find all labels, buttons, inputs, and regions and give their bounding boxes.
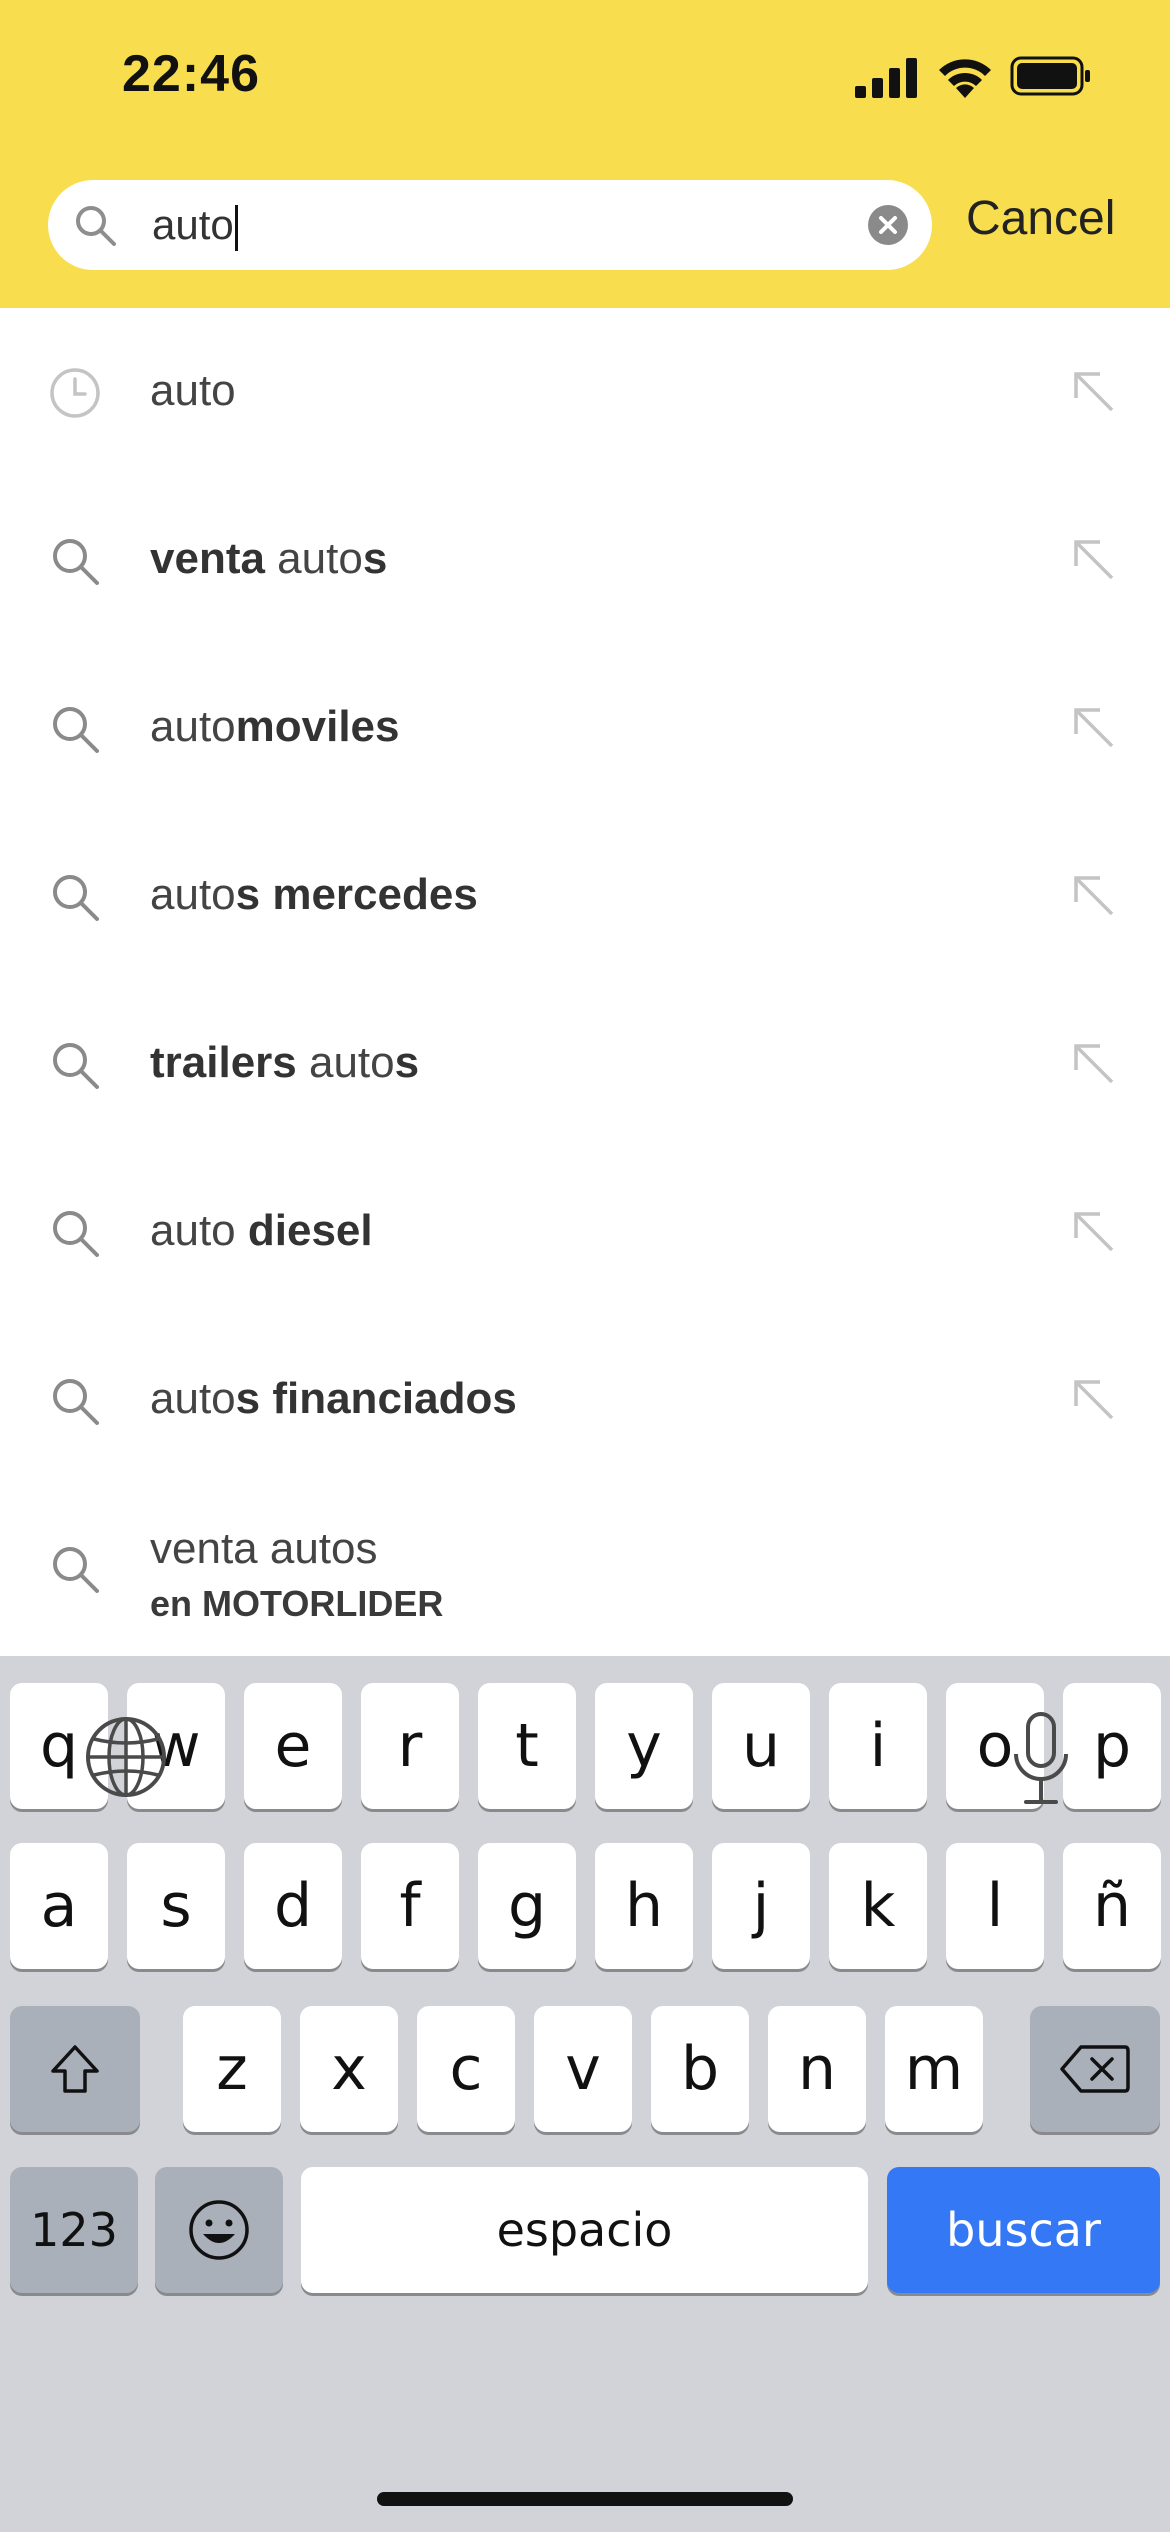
suggestion-text: autos financiados	[150, 1372, 517, 1426]
status-time: 22:46	[122, 45, 260, 103]
suggestion-list: auto venta autos automoviles autos mercedes…	[0, 308, 1170, 1652]
suggestion-completion: s financiados	[235, 1374, 517, 1423]
suggestion-text: automoviles	[150, 700, 400, 754]
search-input-value: auto	[152, 201, 234, 248]
fill-query-arrow-icon[interactable]	[1070, 704, 1118, 752]
search-icon	[76, 206, 116, 246]
suggestion-text: auto	[150, 364, 236, 418]
suggestion-match: auto	[150, 1374, 236, 1423]
suggestion-row[interactable]: automoviles	[0, 644, 1170, 812]
suggestion-row[interactable]: trailers autos	[0, 980, 1170, 1148]
fill-query-arrow-icon[interactable]	[1070, 368, 1118, 416]
on-screen-keyboard: q w e r t y u i o p a s d f g h j k l ñ z x c v b n m 123 espacio bus…	[0, 1656, 1170, 2532]
key-h[interactable]: h	[595, 1843, 693, 1969]
key-m[interactable]: m	[885, 2006, 983, 2132]
key-b[interactable]: b	[651, 2006, 749, 2132]
fill-query-arrow-icon[interactable]	[1070, 1040, 1118, 1088]
key-l[interactable]: l	[946, 1843, 1044, 1969]
suggestion-text: venta autos	[150, 532, 387, 586]
search-header: 22:46 auto Cancel	[0, 0, 1170, 308]
fill-query-arrow-icon[interactable]	[1070, 1208, 1118, 1256]
suggestion-completion: s mercedes	[235, 870, 478, 919]
microphone-icon[interactable]	[1010, 1710, 1072, 1810]
search-icon	[53, 1379, 99, 1425]
suggestion-match: auto	[150, 870, 236, 919]
close-icon	[879, 216, 897, 234]
emoji-key[interactable]	[155, 2167, 283, 2293]
search-icon	[53, 875, 99, 921]
key-s[interactable]: s	[127, 1843, 225, 1969]
key-i[interactable]: i	[829, 1683, 927, 1809]
key-z[interactable]: z	[183, 2006, 281, 2132]
suggestion-row[interactable]: autos financiados	[0, 1316, 1170, 1484]
key-x[interactable]: x	[300, 2006, 398, 2132]
key-u[interactable]: u	[712, 1683, 810, 1809]
key-a[interactable]: a	[10, 1843, 108, 1969]
suggestion-text: auto diesel	[150, 1204, 373, 1258]
wifi-icon	[939, 59, 991, 98]
key-j[interactable]: j	[712, 1843, 810, 1969]
key-g[interactable]: g	[478, 1843, 576, 1969]
search-icon	[53, 1547, 99, 1593]
key-n[interactable]: n	[768, 2006, 866, 2132]
battery-icon	[1010, 56, 1090, 96]
key-k[interactable]: k	[829, 1843, 927, 1969]
search-icon	[53, 707, 99, 753]
suggestion-completion: moviles	[235, 702, 400, 751]
suggestion-row[interactable]: auto	[0, 308, 1170, 476]
suggestion-match: auto	[150, 366, 236, 415]
suggestion-row[interactable]: auto diesel	[0, 1148, 1170, 1316]
key-e[interactable]: e	[244, 1683, 342, 1809]
backspace-icon	[1060, 2045, 1130, 2093]
key-ñ[interactable]: ñ	[1063, 1843, 1161, 1969]
globe-icon[interactable]	[84, 1715, 168, 1799]
suggestion-text: autos mercedes	[150, 868, 478, 922]
suggestion-completion: diesel	[247, 1206, 373, 1255]
suggestion-match: auto	[150, 1206, 248, 1255]
cellular-signal-icon	[855, 58, 917, 98]
search-field[interactable]: auto	[48, 180, 932, 270]
home-indicator	[377, 2492, 793, 2506]
category-suggestion-row[interactable]: venta autos en MOTORLIDER	[0, 1484, 1170, 1652]
suggestion-text: trailers autos	[150, 1036, 419, 1090]
suggestion-match: auto	[296, 1038, 395, 1087]
key-y[interactable]: y	[595, 1683, 693, 1809]
suggestion-completion: venta	[150, 534, 265, 583]
backspace-key[interactable]	[1030, 2006, 1160, 2132]
suggestion-row[interactable]: venta autos	[0, 476, 1170, 644]
category-suggestion-label: en MOTORLIDER	[150, 1583, 444, 1624]
key-t[interactable]: t	[478, 1683, 576, 1809]
shift-key[interactable]	[10, 2006, 140, 2132]
search-icon	[53, 539, 99, 585]
suggestion-completion: trailers	[150, 1038, 297, 1087]
search-input[interactable]: auto	[152, 200, 238, 251]
fill-query-arrow-icon[interactable]	[1070, 536, 1118, 584]
space-key[interactable]: espacio	[301, 2167, 868, 2293]
key-r[interactable]: r	[361, 1683, 459, 1809]
key-v[interactable]: v	[534, 2006, 632, 2132]
fill-query-arrow-icon[interactable]	[1070, 872, 1118, 920]
text-caret	[234, 204, 238, 251]
search-return-key[interactable]: buscar	[887, 2167, 1160, 2293]
key-f[interactable]: f	[361, 1843, 459, 1969]
clock-icon	[50, 368, 100, 418]
suggestion-completion: s	[394, 1038, 420, 1087]
suggestion-completion: s	[362, 534, 388, 583]
category-suggestion-text: venta autos	[150, 1524, 378, 1573]
clear-search-button[interactable]	[868, 205, 908, 245]
fill-query-arrow-icon[interactable]	[1070, 1376, 1118, 1424]
search-icon	[53, 1043, 99, 1089]
suggestion-match: auto	[264, 534, 363, 583]
numbers-key[interactable]: 123	[10, 2167, 138, 2293]
suggestion-row[interactable]: autos mercedes	[0, 812, 1170, 980]
search-icon	[53, 1211, 99, 1257]
key-d[interactable]: d	[244, 1843, 342, 1969]
key-c[interactable]: c	[417, 2006, 515, 2132]
key-p[interactable]: p	[1063, 1683, 1161, 1809]
shift-icon	[51, 2045, 99, 2093]
cancel-button[interactable]: Cancel	[966, 190, 1115, 248]
suggestion-match: auto	[150, 702, 236, 751]
emoji-icon	[189, 2200, 249, 2260]
